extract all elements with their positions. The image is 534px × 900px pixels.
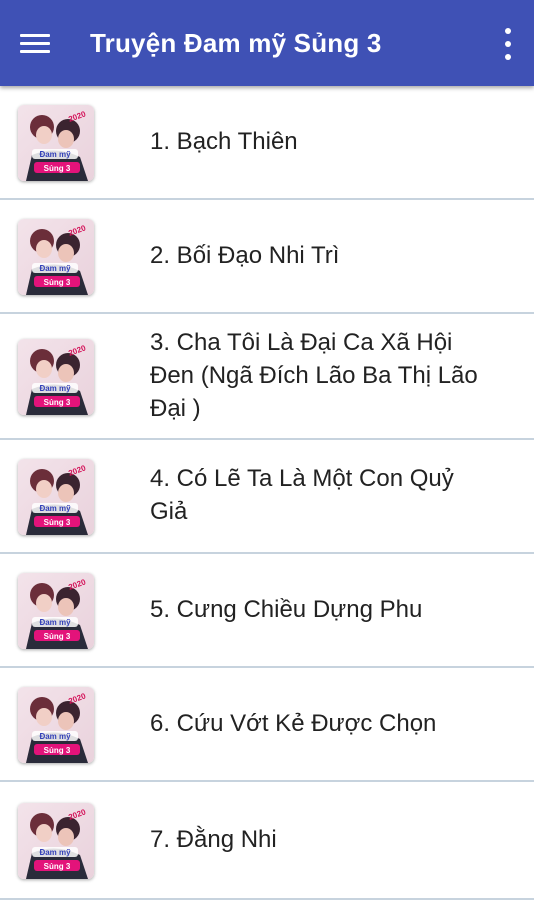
app-bar: Truyện Đam mỹ Sủng 3: [0, 0, 534, 86]
list-item[interactable]: Đam mỹ Sủng 3 2020 6. Cứu Vớt Kẻ Được Chọn: [0, 668, 534, 782]
svg-text:Đam mỹ: Đam mỹ: [39, 732, 71, 741]
svg-text:Sủng 3: Sủng 3: [44, 518, 71, 527]
app-title: Truyện Đam mỹ Sủng 3: [90, 27, 382, 58]
list-item[interactable]: Đam mỹ Sủng 3 2020 2. Bối Đạo Nhi Trì: [0, 200, 534, 314]
book-cover-thumbnail: Đam mỹ Sủng 3 2020: [18, 687, 94, 763]
book-cover-thumbnail: Đam mỹ Sủng 3 2020: [18, 105, 94, 181]
svg-text:Đam mỹ: Đam mỹ: [39, 264, 71, 273]
more-vert-icon[interactable]: [498, 28, 518, 60]
svg-text:Sủng 3: Sủng 3: [44, 746, 71, 755]
list-item-label: 1. Bạch Thiên: [150, 127, 298, 155]
list-item-label: 4. Có Lẽ Ta Là Một Con Quỷ Giả: [150, 465, 454, 525]
svg-text:Đam mỹ: Đam mỹ: [39, 504, 71, 513]
svg-text:Đam mỹ: Đam mỹ: [39, 618, 71, 627]
list-item-label: 2. Bối Đạo Nhi Trì: [150, 241, 340, 269]
book-cover-thumbnail: Đam mỹ Sủng 3 2020: [18, 459, 94, 535]
svg-text:Sủng 3: Sủng 3: [44, 164, 71, 173]
book-cover-thumbnail: Đam mỹ Sủng 3 2020: [18, 219, 94, 295]
list-item-label: 5. Cưng Chiều Dựng Phu: [150, 595, 423, 623]
list-item-label: 7. Đằng Nhi: [150, 825, 277, 853]
svg-text:Sủng 3: Sủng 3: [44, 278, 71, 287]
story-list: Đam mỹ Sủng 3 2020 1. Bạch Thiên Đam mỹ Sủn…: [0, 86, 534, 900]
book-cover-thumbnail: Đam mỹ Sủng 3 2020: [18, 803, 94, 879]
book-cover-thumbnail: Đam mỹ Sủng 3 2020: [18, 339, 94, 415]
svg-text:Sủng 3: Sủng 3: [44, 632, 71, 641]
list-item[interactable]: Đam mỹ Sủng 3 2020 5. Cưng Chiều Dựng Phu: [0, 554, 534, 668]
svg-text:Sủng 3: Sủng 3: [44, 862, 71, 871]
hamburger-menu-icon[interactable]: [20, 22, 62, 64]
list-item[interactable]: Đam mỹ Sủng 3 2020 1. Bạch Thiên: [0, 86, 534, 200]
list-item[interactable]: Đam mỹ Sủng 3 2020 3. Cha Tôi Là Đại Ca Xã…: [0, 314, 534, 440]
list-item[interactable]: Đam mỹ Sủng 3 2020 7. Đằng Nhi: [0, 782, 534, 900]
svg-text:Sủng 3: Sủng 3: [44, 398, 71, 407]
list-item[interactable]: Đam mỹ Sủng 3 2020 4. Có Lẽ Ta Là Một Con …: [0, 440, 534, 554]
svg-text:Đam mỹ: Đam mỹ: [39, 384, 71, 393]
svg-text:Đam mỹ: Đam mỹ: [39, 150, 71, 159]
list-item-label: 3. Cha Tôi Là Đại Ca Xã Hội Đen (Ngã Đíc…: [150, 328, 478, 422]
book-cover-thumbnail: Đam mỹ Sủng 3 2020: [18, 573, 94, 649]
svg-text:Đam mỹ: Đam mỹ: [39, 848, 71, 857]
list-item-label: 6. Cứu Vớt Kẻ Được Chọn: [150, 709, 437, 737]
